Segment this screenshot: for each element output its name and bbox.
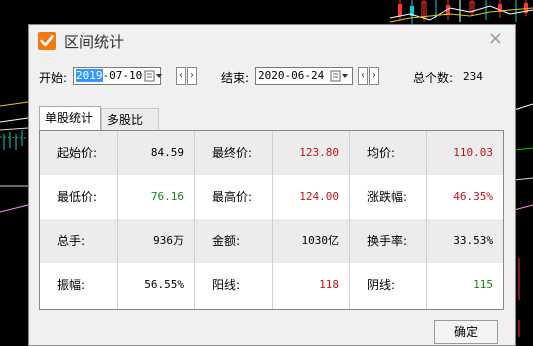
start-date-rest: -07-10 bbox=[102, 69, 143, 82]
start-date-year-selected: 2019 bbox=[76, 69, 103, 82]
calendar-icon[interactable] bbox=[330, 70, 350, 82]
dialog-titlebar: 区间统计 × bbox=[29, 25, 515, 57]
stat-value: 110.03 bbox=[453, 146, 493, 159]
end-date-next-button[interactable]: › bbox=[369, 67, 379, 85]
stat-value: 118 bbox=[319, 278, 339, 291]
stat-value: 76.16 bbox=[150, 190, 184, 203]
stat-value: 115 bbox=[473, 278, 493, 291]
stat-value: 84.59 bbox=[150, 146, 184, 159]
interval-statistics-dialog: 区间统计 × 开始: 2019-07-10 ‹ › 结束: 2020-06-24… bbox=[28, 24, 516, 346]
tab-single-stock[interactable]: 单股统计 bbox=[39, 106, 101, 130]
calendar-icon[interactable] bbox=[144, 70, 164, 82]
ok-button[interactable]: 确定 bbox=[434, 320, 498, 344]
start-date-label: 开始: bbox=[39, 71, 68, 85]
total-count-value: 234 bbox=[463, 70, 483, 83]
tab-multi-stock-compare[interactable]: 多股比较 bbox=[101, 108, 159, 149]
start-date-prev-button[interactable]: ‹ bbox=[176, 67, 186, 85]
stat-value: 123.80 bbox=[299, 146, 339, 159]
stat-value: 124.00 bbox=[299, 190, 339, 203]
end-date-prev-button[interactable]: ‹ bbox=[358, 67, 368, 85]
checkmark-icon bbox=[38, 32, 56, 50]
stats-table: 起始价: 84.59 最终价: 123.80 均价: 110.03 最低价: 76.16 最高价… bbox=[39, 130, 504, 310]
dialog-title: 区间统计 bbox=[64, 33, 125, 51]
close-icon[interactable]: × bbox=[488, 28, 503, 49]
stat-value: 33.53% bbox=[453, 234, 493, 247]
start-date-next-button[interactable]: › bbox=[187, 67, 197, 85]
total-count-label: 总个数: bbox=[413, 71, 454, 85]
end-date-input[interactable]: 2020-06-24 bbox=[255, 67, 353, 85]
stat-value: 936万 bbox=[153, 234, 184, 247]
stat-value: 56.55% bbox=[144, 278, 184, 291]
end-date-value: 2020-06-24 bbox=[258, 69, 325, 82]
start-date-input[interactable]: 2019-07-10 bbox=[73, 67, 164, 85]
stat-value: 1030亿 bbox=[301, 234, 340, 247]
stat-value: 46.35% bbox=[453, 190, 493, 203]
end-date-label: 结束: bbox=[221, 71, 250, 85]
